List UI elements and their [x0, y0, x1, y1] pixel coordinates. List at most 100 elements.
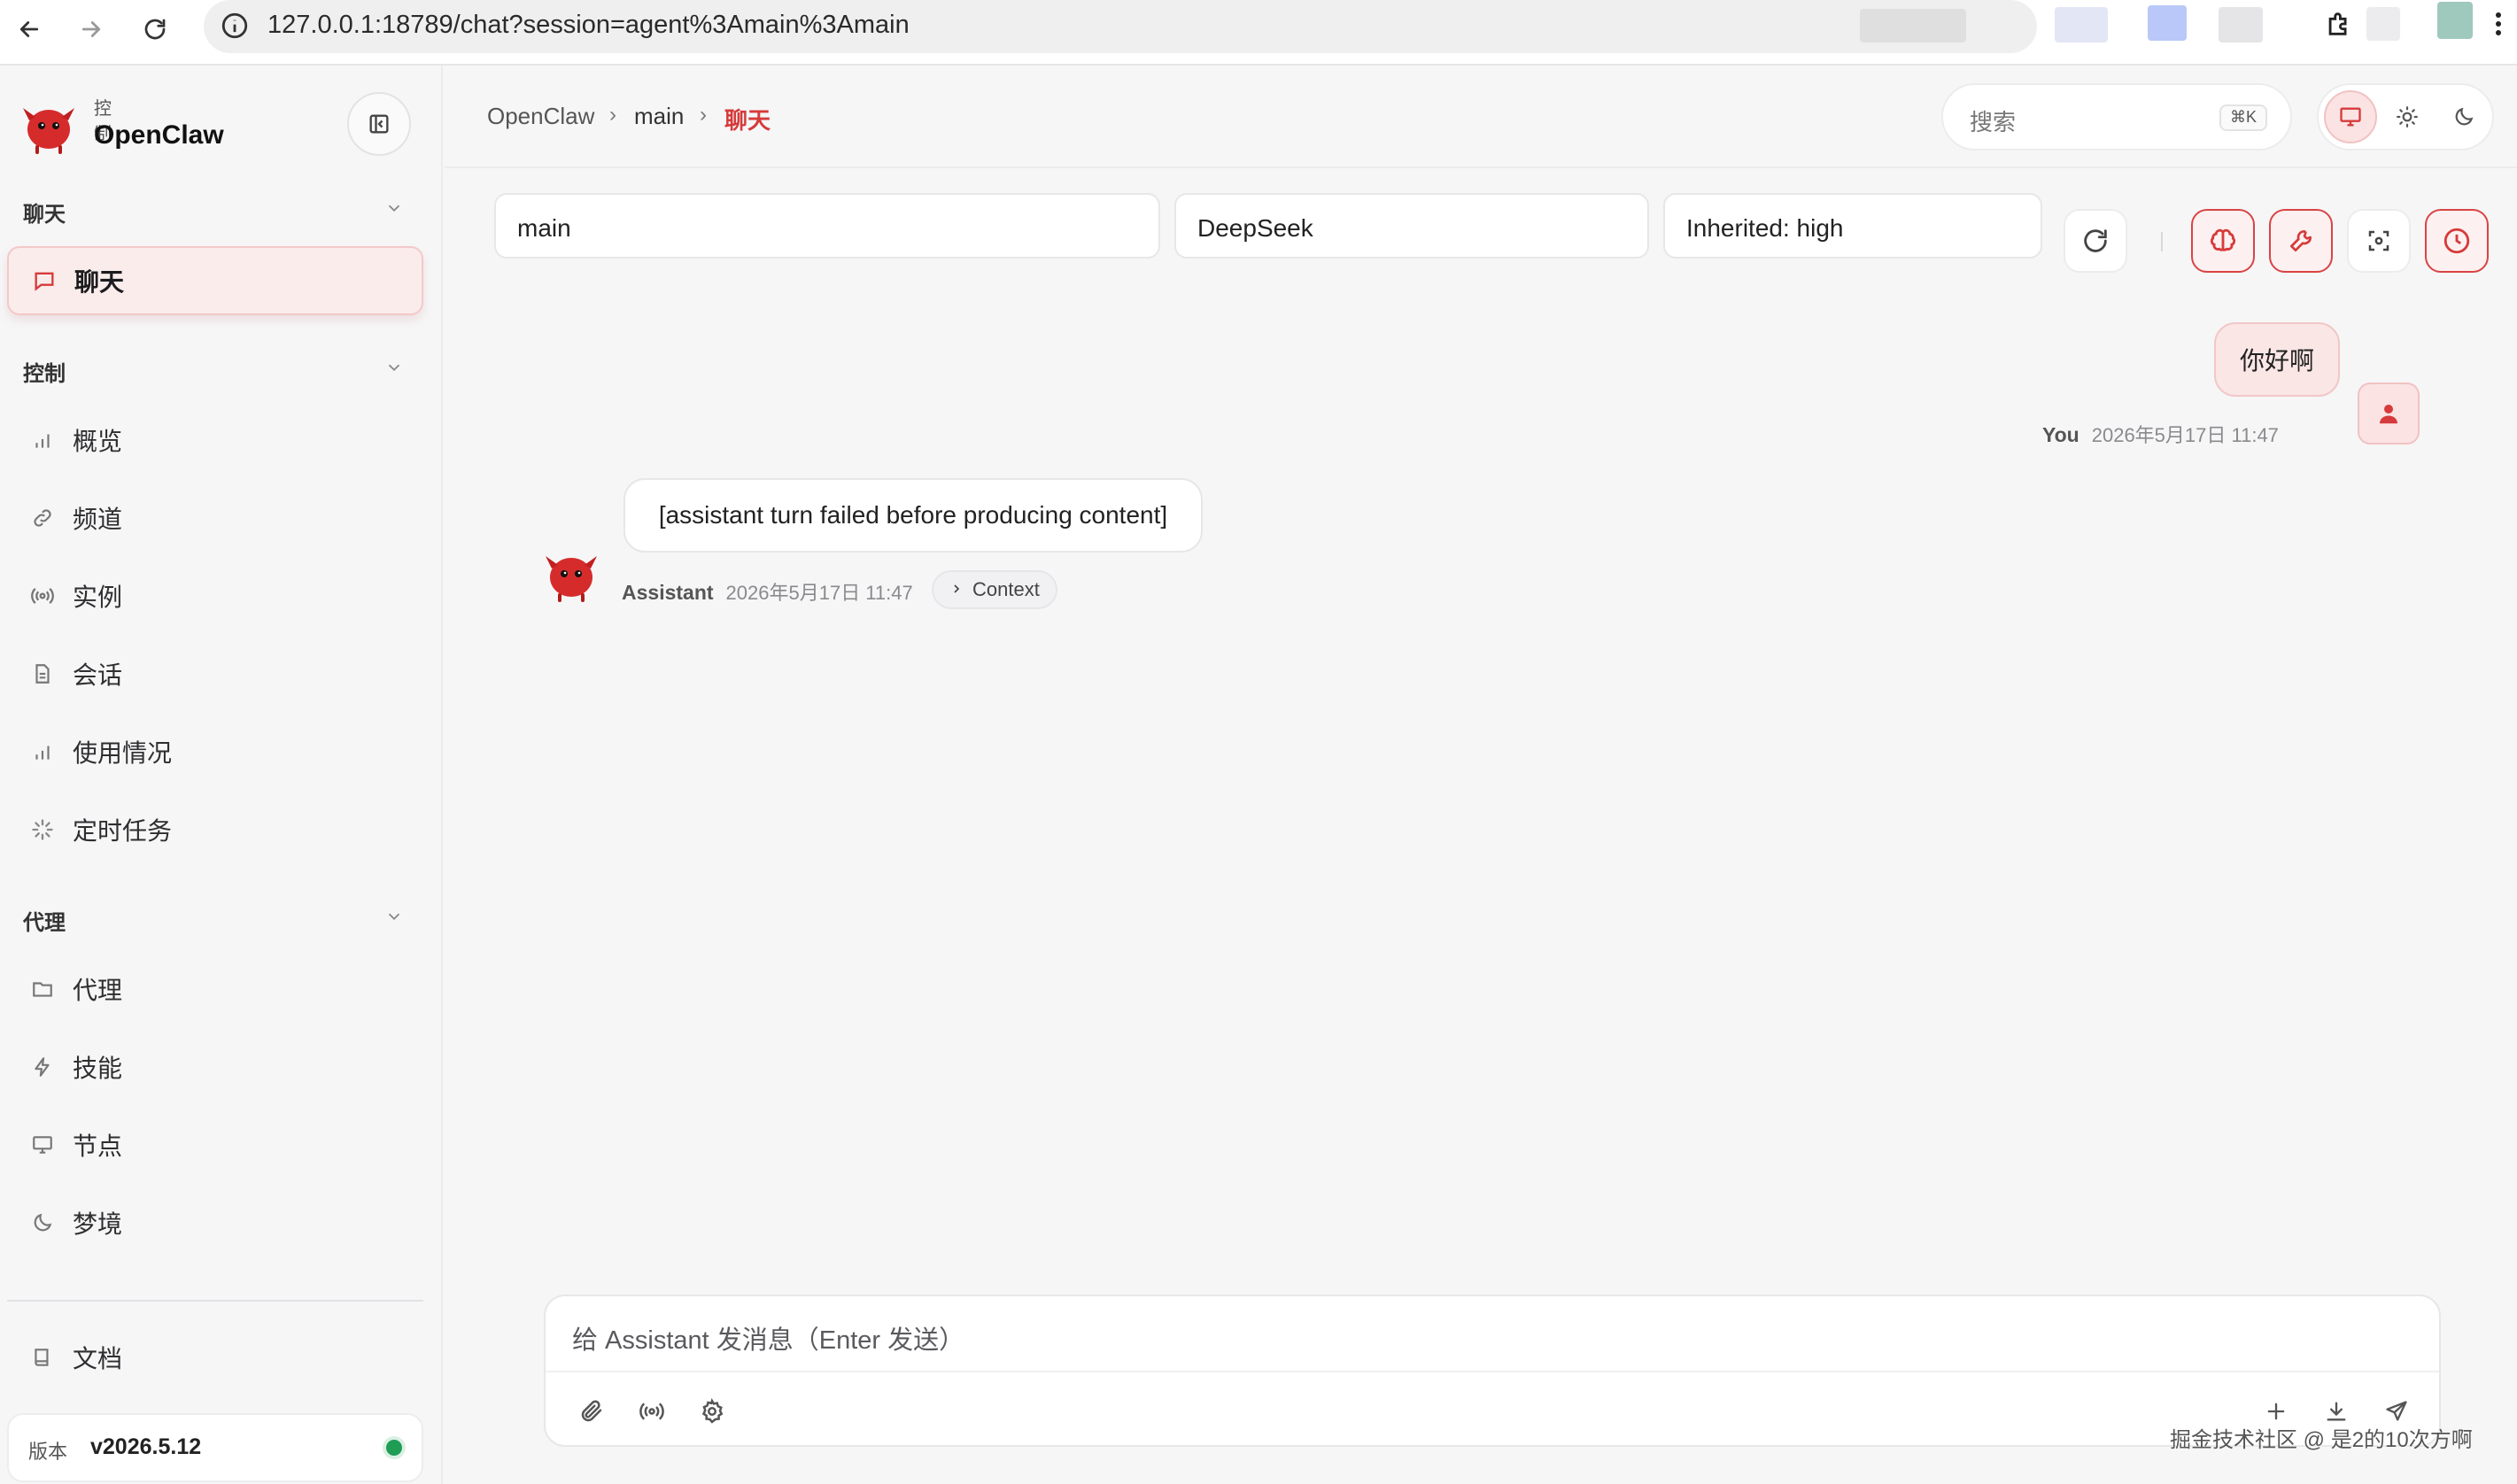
breadcrumb-item[interactable]: OpenClaw	[487, 103, 594, 130]
sidebar-item-label: 文档	[73, 1345, 123, 1372]
agent-select[interactable]: main	[494, 193, 1160, 259]
context-toggle[interactable]: Context	[932, 570, 1057, 609]
light-theme-button[interactable]	[2381, 90, 2434, 143]
user-message-meta: You 2026年5月17日 11:47	[2042, 420, 2279, 448]
sidebar-item-label: 会话	[73, 661, 123, 689]
thinking-select-value: Inherited: high	[1686, 214, 1844, 242]
breadcrumb-separator: ›	[609, 103, 616, 127]
thinking-select[interactable]: Inherited: high	[1663, 193, 2042, 259]
sidebar-item-channels[interactable]: 频道	[7, 483, 423, 553]
chat-bubble-icon	[27, 263, 62, 298]
message-composer[interactable]: 给 Assistant 发消息（Enter 发送）	[544, 1295, 2441, 1447]
forward-icon[interactable]	[69, 7, 113, 51]
extension-icon[interactable]	[2055, 7, 2108, 43]
sidebar-item-label: 实例	[73, 584, 123, 611]
sidebar-item-agents[interactable]: 代理	[7, 955, 423, 1024]
user-timestamp: 2026年5月17日 11:47	[2091, 424, 2279, 446]
extensions-puzzle-icon[interactable]	[2317, 2, 2361, 46]
composer-placeholder: 给 Assistant 发消息（Enter 发送）	[572, 1326, 965, 1355]
broadcast-icon	[25, 578, 60, 614]
section-header-chat[interactable]: 聊天	[23, 197, 413, 232]
refresh-button[interactable]	[2064, 209, 2127, 273]
loader-icon	[25, 812, 60, 847]
assistant-timestamp: 2026年5月17日 11:47	[725, 582, 913, 604]
connection-status-dot	[386, 1440, 402, 1456]
link-icon	[25, 500, 60, 536]
context-label: Context	[972, 578, 1040, 600]
monitor-icon	[25, 1127, 60, 1163]
document-icon	[25, 656, 60, 692]
extension-icon[interactable]	[2148, 5, 2187, 41]
sidebar-item-nodes[interactable]: 节点	[7, 1110, 423, 1179]
section-label: 代理	[23, 911, 66, 935]
chevron-down-icon	[384, 907, 404, 932]
site-info-icon[interactable]	[220, 11, 250, 45]
sidebar-item-label: 梦境	[73, 1210, 123, 1238]
assistant-message-text: [assistant turn failed before producing …	[658, 501, 1168, 529]
model-select[interactable]: DeepSeek	[1174, 193, 1649, 259]
user-sender: You	[2042, 423, 2079, 446]
openclaw-logo	[18, 94, 80, 160]
theme-switcher	[2317, 83, 2494, 151]
sidebar-item-usage[interactable]: 使用情况	[7, 717, 423, 786]
url-text: 127.0.0.1:18789/chat?session=agent%3Amai…	[267, 11, 910, 39]
dark-theme-button[interactable]	[2437, 90, 2490, 143]
sidebar-item-label: 代理	[73, 977, 123, 1004]
user-message-text: 你好啊	[2239, 347, 2314, 375]
sidebar-item-instances[interactable]: 实例	[7, 561, 423, 630]
section-header-agents[interactable]: 代理	[23, 905, 413, 940]
sidebar-item-overview[interactable]: 概览	[7, 406, 423, 475]
sidebar-item-sessions[interactable]: 会话	[7, 639, 423, 708]
sidebar-item-label: 使用情况	[73, 739, 173, 767]
section-header-control[interactable]: 控制	[23, 356, 413, 391]
bolt-icon	[25, 1049, 60, 1085]
profile-avatar[interactable]	[2366, 7, 2400, 41]
folder-icon	[25, 971, 60, 1007]
extension-icon[interactable]	[2219, 7, 2263, 43]
user-avatar	[2358, 383, 2420, 444]
tools-wrench-button[interactable]	[2269, 209, 2333, 273]
brain-toggle-button[interactable]	[2191, 209, 2255, 273]
bar-chart-icon	[25, 422, 60, 458]
brand-name: OpenClaw	[94, 120, 224, 150]
assistant-message-bubble: [assistant turn failed before producing …	[623, 478, 1203, 553]
search-placeholder: 搜索	[1970, 109, 2017, 135]
version-label: 版本	[28, 1441, 68, 1463]
attach-paperclip-icon[interactable]	[574, 1394, 609, 1429]
breadcrumb-separator: ›	[700, 103, 707, 127]
sidebar-item-label: 概览	[73, 428, 123, 455]
assistant-sender: Assistant	[622, 581, 714, 604]
reload-icon[interactable]	[133, 7, 177, 51]
browser-menu-icon[interactable]	[2485, 2, 2512, 46]
focus-mode-button[interactable]	[2347, 209, 2411, 273]
assistant-avatar	[540, 542, 602, 608]
section-label: 控制	[23, 362, 66, 386]
browser-toolbar: 127.0.0.1:18789/chat?session=agent%3Amai…	[0, 0, 2517, 66]
model-select-value: DeepSeek	[1197, 214, 1313, 242]
profile-avatar[interactable]	[2437, 2, 2473, 39]
version-badge: 版本 v2026.5.12	[7, 1413, 423, 1482]
sidebar-item-scheduled-tasks[interactable]: 定时任务	[7, 795, 423, 864]
history-clock-button[interactable]	[2425, 209, 2489, 273]
bar-chart-icon	[25, 734, 60, 769]
sidebar-item-chat[interactable]: 聊天	[7, 246, 423, 315]
chevron-down-icon	[384, 358, 404, 383]
sidebar-item-dreams[interactable]: 梦境	[7, 1188, 423, 1257]
search-shortcut: ⌘K	[2219, 104, 2267, 131]
system-theme-button[interactable]	[2324, 90, 2377, 143]
composer-divider	[546, 1371, 2439, 1372]
sidebar-divider	[7, 1300, 423, 1302]
book-icon	[25, 1340, 60, 1375]
voice-broadcast-icon[interactable]	[634, 1394, 670, 1429]
topbar: OpenClaw › main › 聊天 搜索 ⌘K	[445, 66, 2517, 168]
sidebar-item-label: 聊天	[74, 268, 125, 296]
collapse-sidebar-button[interactable]	[347, 92, 411, 156]
sidebar-item-label: 定时任务	[73, 817, 173, 845]
search-input[interactable]: 搜索 ⌘K	[1941, 83, 2292, 151]
sidebar-item-docs[interactable]: 文档	[7, 1323, 423, 1392]
sidebar-item-skills[interactable]: 技能	[7, 1032, 423, 1101]
address-bar[interactable]: 127.0.0.1:18789/chat?session=agent%3Amai…	[204, 0, 2037, 53]
breadcrumb-item[interactable]: main	[634, 103, 684, 130]
back-icon[interactable]	[7, 7, 51, 51]
settings-gear-icon[interactable]	[694, 1394, 730, 1429]
